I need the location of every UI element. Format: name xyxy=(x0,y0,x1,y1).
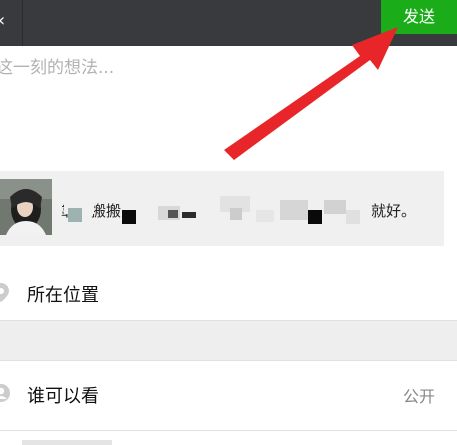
person-icon xyxy=(0,384,10,402)
row-divider xyxy=(0,430,457,431)
next-row-peek xyxy=(22,440,112,445)
post-text-placeholder[interactable]: 这一刻的想法... xyxy=(0,57,296,79)
link-thumbnail-image xyxy=(0,179,52,235)
visibility-row-label: 谁可以看 xyxy=(27,386,99,407)
section-gap xyxy=(0,321,457,360)
thumbnail-portrait-icon xyxy=(0,179,52,235)
redaction-mosaic xyxy=(60,196,380,226)
top-bar: ‹ 发送 xyxy=(0,0,457,46)
post-moments-screen: ‹ 发送 这一刻的想法... 靠！搬搬 就好。 xyxy=(0,0,457,445)
visibility-value: 公开 xyxy=(402,387,435,406)
visibility-row[interactable]: 谁可以看 公开 xyxy=(0,370,457,416)
location-pin-icon xyxy=(0,283,9,302)
location-row[interactable]: 所在位置 xyxy=(0,269,457,315)
row-divider xyxy=(0,360,457,361)
top-bar-divider xyxy=(22,0,23,46)
back-icon[interactable]: ‹ xyxy=(0,10,12,32)
location-row-label: 所在位置 xyxy=(27,285,99,306)
send-button[interactable]: 发送 xyxy=(381,0,457,34)
link-text-end: 就好。 xyxy=(371,202,417,220)
